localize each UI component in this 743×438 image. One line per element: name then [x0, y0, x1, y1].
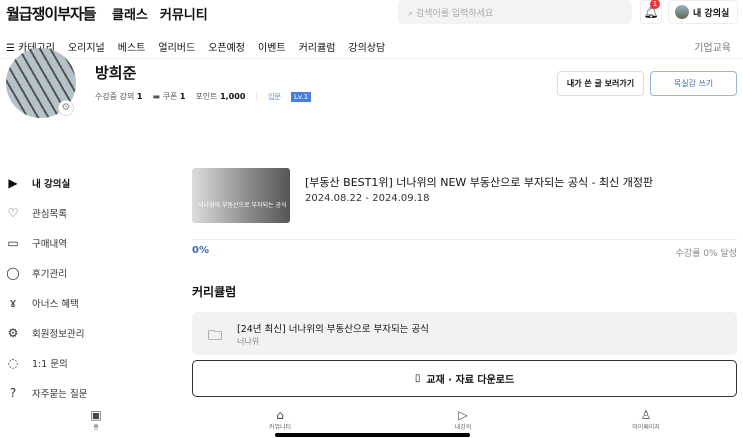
ticket-icon: ▬ [152, 92, 161, 101]
medal-icon: ɤ [9, 296, 17, 310]
chat-bubble-icon: ◯ [6, 266, 20, 280]
folder-icon: 🗀 [208, 328, 222, 344]
nav-curriculum[interactable]: 커리큘럼 [299, 39, 336, 54]
curriculum-heading: 커리큘럼 [192, 285, 237, 299]
nav-event[interactable]: 이벤트 [258, 39, 286, 54]
play-icon: ▷ [458, 408, 468, 422]
wallet-icon: ▭ [7, 236, 19, 250]
person-icon: ♙ [640, 408, 652, 422]
home-icon: ▣ [90, 408, 102, 422]
book-icon: ▯ [414, 373, 421, 384]
tab-my-lectures[interactable]: ▷ 내강의 [433, 408, 493, 431]
profile-settings-icon[interactable]: ⚙ [58, 100, 74, 116]
avatar [675, 5, 689, 19]
divider [0, 58, 743, 59]
sidebar: ▶ 내 강의실 ♡ 관심목록 ▭ 구매내역 ◯ 후기관리 ɤ 아너스 혜택 ⚙ 회원정보관리 ◌ 1:1 … [6, 168, 87, 408]
nav-community[interactable]: 커뮤니티 [160, 4, 208, 23]
level-badge: Lv.1 [290, 91, 312, 102]
nav-upcoming[interactable]: 오픈예정 [208, 39, 245, 54]
download-label: 교재 · 자료 다운로드 [426, 375, 515, 386]
sidebar-item-label: 아너스 혜택 [32, 299, 79, 310]
question-icon: ? [9, 386, 17, 400]
enrolled-stat: 수강중 강의 1 [95, 92, 143, 101]
sidebar-item-label: 후기관리 [32, 269, 67, 280]
tab-home[interactable]: ▣ 홈 [66, 408, 126, 431]
sidebar-item-label: 자주묻는 질문 [32, 389, 88, 400]
gear-icon: ⚙ [7, 326, 19, 340]
profile-name: 방희준 [95, 64, 137, 82]
my-classroom-button[interactable]: 내 강의실 [668, 0, 738, 24]
sidebar-item-label: 1:1 문의 [32, 359, 68, 370]
thumbnail-text: 너나위의 부동산으로 부자되는 공식 [198, 202, 287, 209]
play-circle-icon: ▶ [8, 176, 18, 190]
sidebar-item[interactable]: ▭ 구매내역 [6, 228, 87, 258]
top-nav: 클래스 커뮤니티 [112, 4, 208, 23]
sidebar-item-label: 관심목록 [32, 209, 67, 220]
curriculum-item-title: [24년 최신] 너나위의 부동산으로 부자되는 공식 [237, 324, 429, 335]
curriculum-item-author: 너나위 [237, 337, 260, 346]
nav-best[interactable]: 베스트 [118, 39, 146, 54]
sidebar-item[interactable]: ɤ 아너스 혜택 [6, 288, 87, 318]
nav-consult[interactable]: 강의상담 [348, 39, 385, 54]
corporate-link[interactable]: 기업교육 [694, 39, 731, 54]
sidebar-item-label: 회원정보관리 [32, 329, 85, 340]
search-icon: ⌕ [408, 9, 416, 19]
progress-percent: 0% [192, 245, 209, 256]
sidebar-item[interactable]: ♡ 관심목록 [6, 198, 87, 228]
notification-button[interactable]: 🔔︎ 1 [640, 0, 662, 24]
my-classroom-label: 내 강의실 [693, 8, 730, 19]
community-icon: ⌂ [276, 408, 284, 422]
sidebar-item[interactable]: ▶ 내 강의실 [6, 168, 87, 198]
progress-text: 수강률 0% 달성 [675, 249, 737, 259]
heart-icon: ♡ [7, 206, 19, 220]
sidebar-item[interactable]: ◌ 1:1 문의 [6, 348, 87, 378]
points-stat: 포인트 1,000 [195, 92, 246, 101]
course-dates: 2024.08.22 - 2024.09.18 [305, 193, 430, 204]
tier-badge: 입문 [268, 92, 281, 101]
course-title[interactable]: [부동산 BEST1위] 너나위의 NEW 부동산으로 부자되는 공식 - 최신… [305, 174, 653, 190]
logo[interactable]: 월급쟁이부자들 [6, 3, 97, 24]
coupon-stat[interactable]: ▬ 쿠폰 1 [152, 91, 185, 102]
category-nav: ☰ 카테고리 오리지널 베스트 얼리버드 오픈예정 이벤트 커리큘럼 강의상담 [6, 39, 385, 54]
my-posts-button[interactable]: 내가 쓴 글 보러가기 [557, 71, 644, 96]
divider [192, 239, 737, 240]
search-input[interactable]: ⌕ 검색어를 입력하세요 [398, 0, 632, 24]
profile-stats: 수강중 강의 1 ▬ 쿠폰 1 포인트 1,000 | 입문 Lv.1 [95, 91, 312, 102]
course-thumbnail[interactable]: 너나위의 부동산으로 부자되는 공식 [192, 168, 290, 223]
nav-earlybird[interactable]: 얼리버드 [158, 39, 195, 54]
write-button[interactable]: 목실감 쓰기 [650, 71, 737, 96]
sidebar-item-label: 내 강의실 [32, 179, 71, 190]
chat-icon: ◌ [7, 356, 19, 370]
nav-original[interactable]: 오리지널 [68, 39, 105, 54]
download-materials-button[interactable]: ▯ 교재 · 자료 다운로드 [192, 360, 737, 397]
sidebar-item[interactable]: ⚙ 회원정보관리 [6, 318, 87, 348]
sidebar-item-label: 구매내역 [32, 239, 67, 250]
nav-class[interactable]: 클래스 [112, 4, 148, 23]
tab-mypage[interactable]: ♙ 마이페이지 [616, 408, 676, 431]
tab-community[interactable]: ⌂ 커뮤니티 [250, 408, 310, 431]
search-placeholder: 검색어를 입력하세요 [415, 9, 494, 19]
home-indicator [275, 433, 470, 437]
sidebar-item[interactable]: ◯ 후기관리 [6, 258, 87, 288]
